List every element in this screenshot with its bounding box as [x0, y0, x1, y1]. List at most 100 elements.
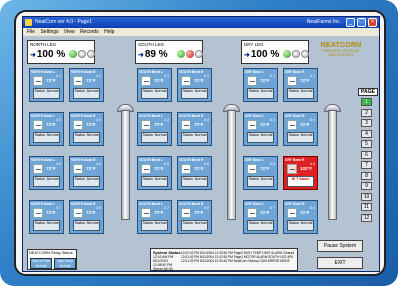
page-button-10[interactable]: 10	[361, 192, 372, 201]
bowl-number: # 1	[56, 74, 61, 78]
bowl-number: # 6	[204, 162, 209, 166]
bowl-status: Status: Normal	[33, 88, 60, 99]
green-light-icon	[177, 50, 185, 58]
menu-file[interactable]: File	[27, 29, 35, 35]
page-button-9[interactable]: 9	[361, 182, 372, 190]
page-button-6[interactable]: 6	[361, 150, 372, 159]
page-button-5[interactable]: 5	[361, 140, 372, 148]
bowl-status: Status: Normal	[141, 220, 168, 231]
minimize-icon[interactable]: _	[346, 18, 355, 27]
fan-icon	[181, 164, 191, 174]
bowl-tile[interactable]: SOUTH Bowl R # 6 72°F Status: Normal	[177, 156, 212, 190]
bowl-number: # 6	[96, 162, 101, 166]
bowl-tile[interactable]: SOUTH Bowl L # 5 72°F Status: Normal	[137, 156, 172, 190]
bowl-status: Status: Normal	[247, 176, 274, 187]
fan-icon	[141, 164, 151, 174]
bowl-tile[interactable]: NORTH Bowl L # 7 72°F Status: Normal	[29, 200, 64, 234]
off-light-icon	[292, 50, 300, 58]
event-log[interactable]: 12:02:42 PM 8/11/2004 12:05:50 PM Page2 …	[181, 251, 296, 264]
bowl-temp: 72°F	[86, 122, 96, 127]
off-light-icon	[78, 50, 86, 58]
bowl-tile[interactable]: NORTH Bowl L # 1 72°F Status: Normal	[29, 68, 64, 102]
arrow-icon: ➜	[30, 52, 36, 59]
zone-label: SOUTH LEG	[138, 42, 165, 47]
duct-dry-right	[328, 110, 337, 220]
page-button-2[interactable]: 2	[361, 108, 372, 117]
bowl-number: # 3	[270, 118, 275, 122]
bowl-number: # 2	[310, 74, 315, 78]
relay-status-box: NEATCORN Relay Status Side of Flow Norma…	[27, 249, 77, 270]
menu-records[interactable]: Records	[80, 29, 99, 35]
fan-icon	[247, 76, 257, 86]
bowl-number: # 3	[56, 118, 61, 122]
bowl-tile[interactable]: DRY Bowl R # 4 72°F Status: Normal	[283, 112, 318, 146]
page-button-1[interactable]: 1	[361, 98, 372, 106]
bowl-tile[interactable]: SOUTH Bowl L # 7 72°F Status: Normal	[137, 200, 172, 234]
bowl-tile[interactable]: NORTH Bowl L # 3 72°F Status: Normal	[29, 112, 64, 146]
bowl-temp: 72°F	[194, 78, 204, 83]
bowl-tile[interactable]: SOUTH Bowl R # 2 72°F Status: Normal	[177, 68, 212, 102]
bowl-tile[interactable]: DRY Bowl L # 5 72°F Status: Normal	[243, 156, 278, 190]
bowl-number: # 4	[204, 118, 209, 122]
title-bar[interactable]: NeatCorn ver 4.0 - Page1 NeatFarms Inc. …	[23, 17, 379, 28]
bowl-status: Status: Normal	[287, 132, 314, 143]
page-button-12[interactable]: 12	[361, 213, 372, 222]
bowl-tile[interactable]: DRY Bowl L # 3 72°F Status: Normal	[243, 112, 278, 146]
page-button-3[interactable]: 3	[361, 119, 372, 127]
off-light-icon	[301, 50, 309, 58]
bowl-tile[interactable]: NORTH Bowl R # 2 72°F Status: Normal	[69, 68, 104, 102]
bowl-tile[interactable]: NORTH Bowl R # 8 72°F Status: Normal	[69, 200, 104, 234]
bowl-status: Status: Normal	[73, 132, 100, 143]
system-info: 12:02 AM PM 8/11/2004 12:08:50 PM Server…	[153, 255, 173, 271]
bowl-status: Status: Normal	[73, 176, 100, 187]
zone-label: DRY LEG	[244, 42, 264, 47]
bowl-tile[interactable]: DRY Bowl R # 2 72°F Status: Normal	[283, 68, 318, 102]
zone-north: NORTH LEG ➜100 %	[27, 40, 95, 64]
bowl-tile[interactable]: NORTH Bowl R # 6 72°F Status: Normal	[69, 156, 104, 190]
bowl-temp: 72°F	[154, 210, 164, 215]
page-background: NeatCorn ver 4.0 - Page1 NeatFarms Inc. …	[0, 0, 398, 286]
page-button-4[interactable]: 4	[361, 129, 372, 138]
zone-label: NORTH LEG	[30, 42, 57, 47]
menu-help[interactable]: Help	[104, 29, 114, 35]
bowl-tile[interactable]: DRY Bowl L # 1 72°F Status: Normal	[243, 68, 278, 102]
bowl-status: Status: Normal	[141, 132, 168, 143]
bowl-number: # 2	[96, 74, 101, 78]
green-light-icon	[283, 50, 291, 58]
page-button-7[interactable]: 7	[361, 161, 372, 169]
bowl-tile[interactable]: NORTH Bowl R # 4 72°F Status: Normal	[69, 112, 104, 146]
bowl-number: # 7	[164, 206, 169, 210]
bowl-status: Status: Normal	[33, 132, 60, 143]
bowl-tile[interactable]: SOUTH Bowl L # 1 72°F Status: Normal	[137, 68, 172, 102]
bowl-tile[interactable]: SOUTH Bowl R # 4 72°F Status: Normal	[177, 112, 212, 146]
fan-icon	[141, 76, 151, 86]
fan-icon	[287, 120, 297, 130]
menu-view[interactable]: View	[64, 29, 75, 35]
zone-percent: ➜89 %	[138, 49, 168, 60]
bowl-tile[interactable]: NORTH Bowl L # 5 72°F Status: Normal	[29, 156, 64, 190]
page-button-11[interactable]: 11	[361, 203, 372, 211]
bowl-tile[interactable]: SOUTH Bowl L # 3 72°F Status: Normal	[137, 112, 172, 146]
duct-north-south	[121, 110, 130, 220]
zone-dry: DRY LEG ➜100 %	[241, 40, 309, 64]
fan-icon	[73, 208, 83, 218]
bowl-temp: 72°F	[194, 166, 204, 171]
fan-icon	[287, 208, 297, 218]
bowl-number: # 5	[270, 162, 275, 166]
bowl-tile[interactable]: DRY Bowl R # 6 102°F HI T Alarm	[283, 156, 318, 190]
exit-button[interactable]: EXIT	[317, 257, 363, 269]
pause-system-button[interactable]: Pause System	[317, 240, 363, 252]
bowl-tile[interactable]: DRY Bowl L # 7 72°F Status: Normal	[243, 200, 278, 234]
menu-settings[interactable]: Settings	[40, 29, 58, 35]
fan-icon	[181, 120, 191, 130]
bowl-temp: 72°F	[300, 122, 310, 127]
fan-icon	[287, 76, 297, 86]
page-button-8[interactable]: 8	[361, 171, 372, 180]
bowl-tile[interactable]: SOUTH Bowl R # 8 72°F Status: Normal	[177, 200, 212, 234]
maximize-icon[interactable]: □	[357, 18, 366, 27]
bowl-status: Status: Normal	[181, 220, 208, 231]
close-icon[interactable]: ×	[368, 18, 377, 27]
bowl-temp: 72°F	[46, 166, 56, 171]
bowl-tile[interactable]: DRY Bowl R # 8 72°F Status: Normal	[283, 200, 318, 234]
bowl-status: Status: Normal	[141, 176, 168, 187]
